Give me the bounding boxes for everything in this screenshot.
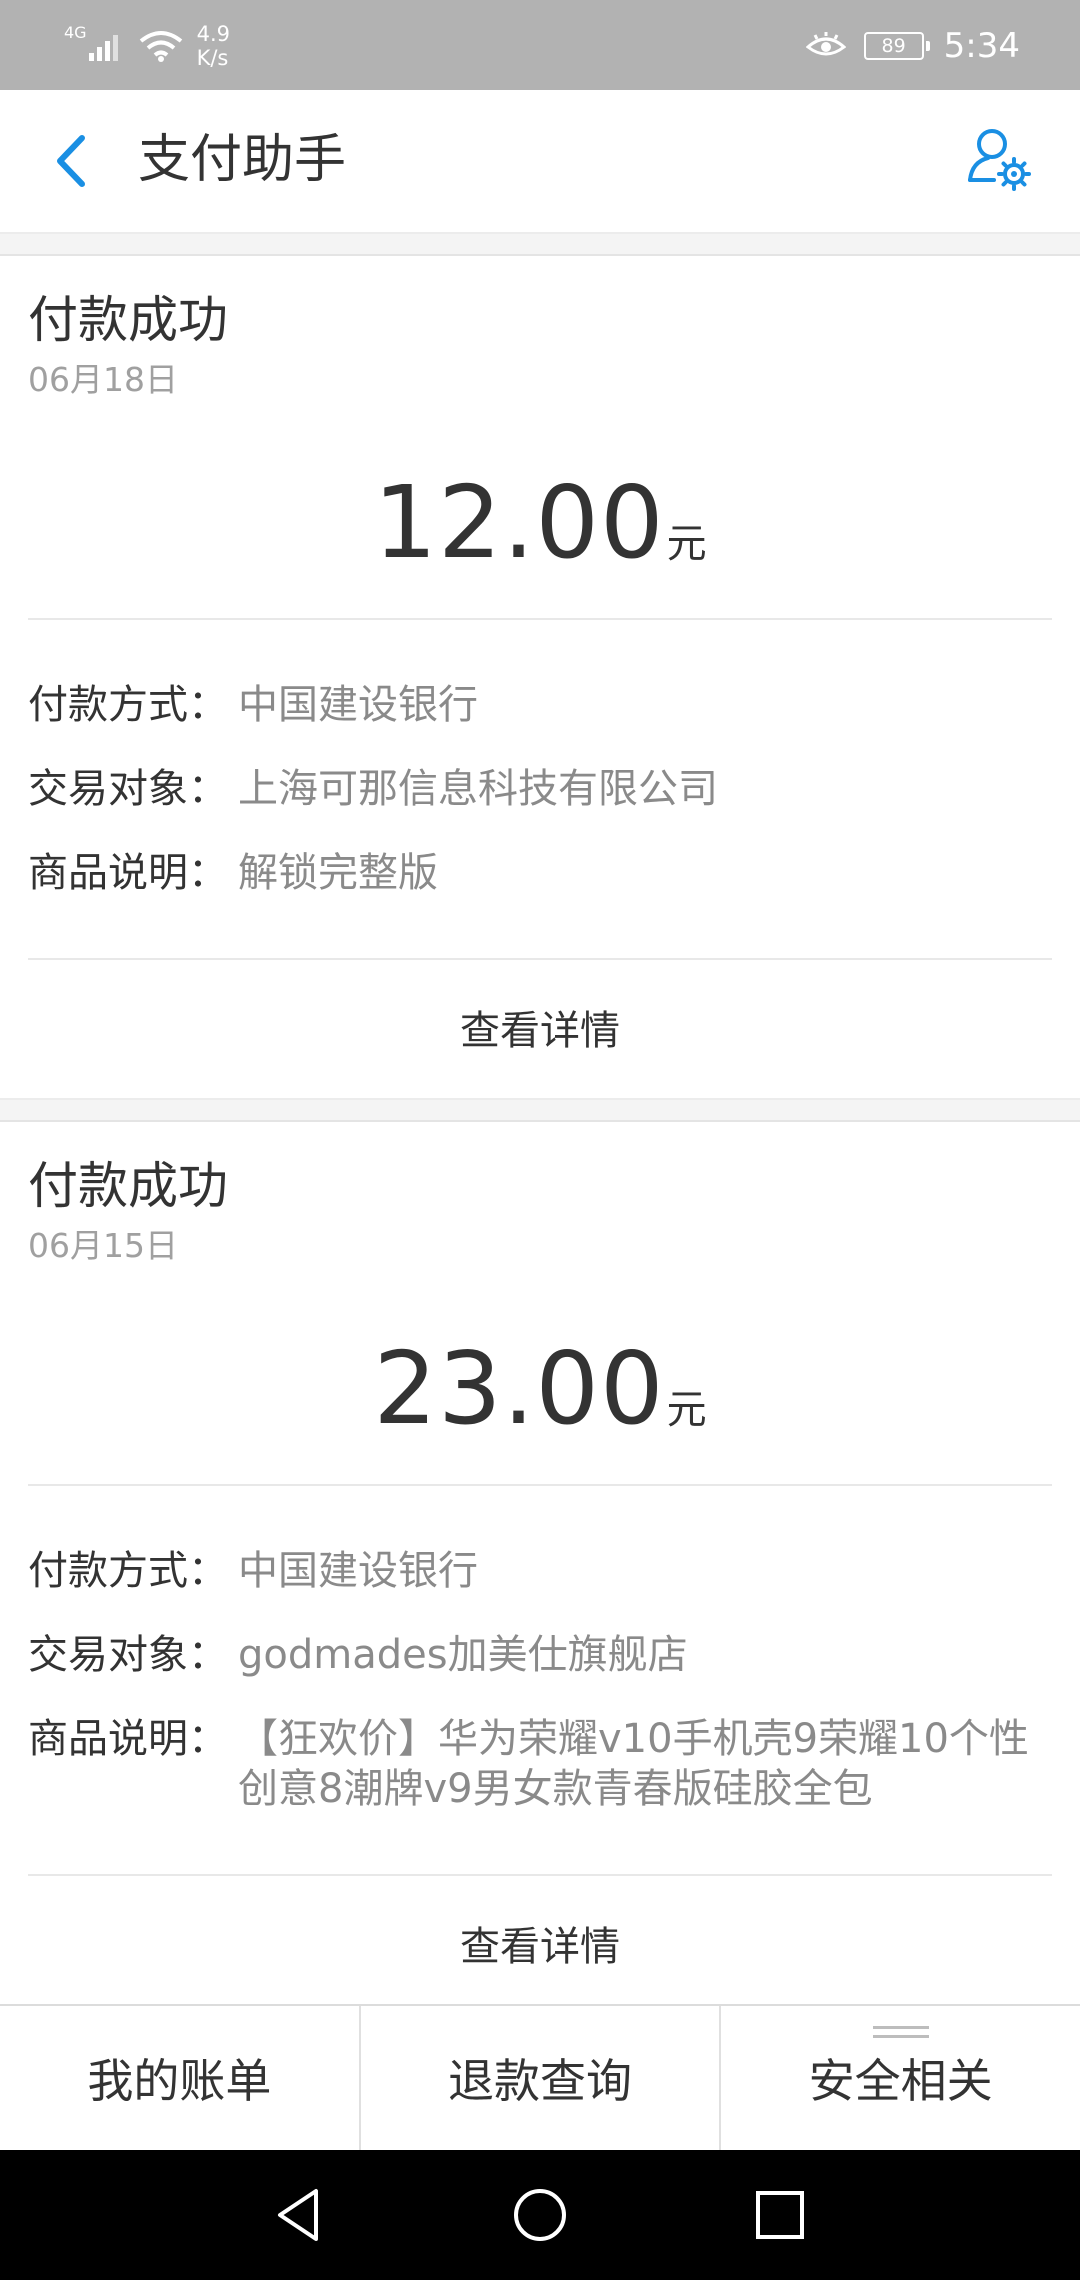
signal-icon [88,35,118,61]
divider [28,1484,1052,1486]
info-label: 付款方式： [28,1548,228,1594]
tab-my-bills[interactable]: 我的账单 [0,2006,359,2150]
info-label: 商品说明： [28,1716,228,1762]
transaction-amount: 12.00 [373,464,665,581]
info-value: 上海可那信息科技有限公司 [238,766,718,812]
info-label: 交易对象： [28,766,228,812]
app-header: 支付助手 [0,90,1080,232]
tab-label: 我的账单 [87,2054,272,2108]
status-right: 89 5:34 [805,18,1020,74]
tab-label: 安全相关 [808,2054,993,2108]
transaction-date: 06月18日 [28,360,178,399]
transaction-card: 付款成功 06月18日 12.00元 付款方式： 中国建设银行 交易对象： 上海… [0,256,1080,1098]
section-gap [0,1098,1080,1122]
wifi-icon [139,31,182,62]
transaction-info: 付款方式： 中国建设银行 交易对象： 上海可那信息科技有限公司 商品说明： 解锁… [28,680,1052,932]
transaction-date: 06月15日 [28,1226,178,1265]
battery-icon: 89 [863,32,930,60]
info-label: 交易对象： [28,1632,228,1678]
view-details-button[interactable]: 查看详情 [0,1006,1080,1056]
tab-label: 退款查询 [448,2054,632,2108]
info-label: 商品说明： [28,850,228,896]
status-time: 5:34 [943,26,1020,66]
system-nav-bar [0,2150,1080,2280]
info-value: 解锁完整版 [238,850,438,896]
amount-row: 23.00元 [0,1330,1080,1447]
divider [28,618,1052,620]
transaction-amount: 23.00 [373,1330,665,1447]
speed-value: 4.9 [196,22,230,46]
currency-unit: 元 [666,521,707,567]
tab-security[interactable]: 安全相关 [719,2006,1080,2150]
info-value: godmades加美仕旗舰店 [238,1632,688,1678]
menu-icon [872,2026,929,2044]
info-row-payment-method: 付款方式： 中国建设银行 [28,1546,1052,1596]
transaction-card: 付款成功 06月15日 23.00元 付款方式： 中国建设银行 交易对象： go… [0,1122,1080,2004]
divider [28,958,1052,960]
currency-unit: 元 [666,1387,707,1433]
amount-row: 12.00元 [0,464,1080,581]
eye-icon [805,32,846,56]
transaction-status: 付款成功 [28,291,228,349]
divider [28,1874,1052,1876]
home-circle-icon[interactable] [510,2185,570,2245]
transaction-status: 付款成功 [28,1157,228,1215]
user-settings-icon[interactable] [964,124,1034,194]
info-row-counterparty: 交易对象： godmades加美仕旗舰店 [28,1630,1052,1680]
info-label: 付款方式： [28,682,228,728]
back-triangle-icon[interactable] [270,2185,330,2245]
network-type: 4G [64,22,87,42]
info-row-product: 商品说明： 【狂欢价】华为荣耀v10手机壳9荣耀10个性创意8潮牌v9男女款青春… [28,1714,1052,1814]
info-row-product: 商品说明： 解锁完整版 [28,848,1052,898]
recents-square-icon[interactable] [750,2185,810,2245]
info-value: 中国建设银行 [238,1548,478,1594]
transaction-info: 付款方式： 中国建设银行 交易对象： godmades加美仕旗舰店 商品说明： … [28,1546,1052,1848]
chevron-left-icon[interactable] [48,130,98,192]
network-speed: 4.9 K/s [197,22,230,70]
info-value: 【狂欢价】华为荣耀v10手机壳9荣耀10个性创意8潮牌v9男女款青春版硅胶全包 [238,1716,1029,1812]
bottom-tab-bar: 我的账单 退款查询 安全相关 [0,2004,1080,2150]
status-bar: 4G 4.9 K/s 89 5:34 [0,0,1080,90]
status-left: 4G 4.9 K/s [64,16,230,76]
info-row-counterparty: 交易对象： 上海可那信息科技有限公司 [28,764,1052,814]
info-value: 中国建设银行 [238,682,478,728]
battery-level: 89 [881,34,906,57]
page-title: 支付助手 [138,130,347,190]
speed-unit: K/s [196,46,229,70]
section-gap [0,232,1080,256]
tab-refund-query[interactable]: 退款查询 [358,2006,720,2150]
view-details-button[interactable]: 查看详情 [0,1922,1080,1972]
info-row-payment-method: 付款方式： 中国建设银行 [28,680,1052,730]
